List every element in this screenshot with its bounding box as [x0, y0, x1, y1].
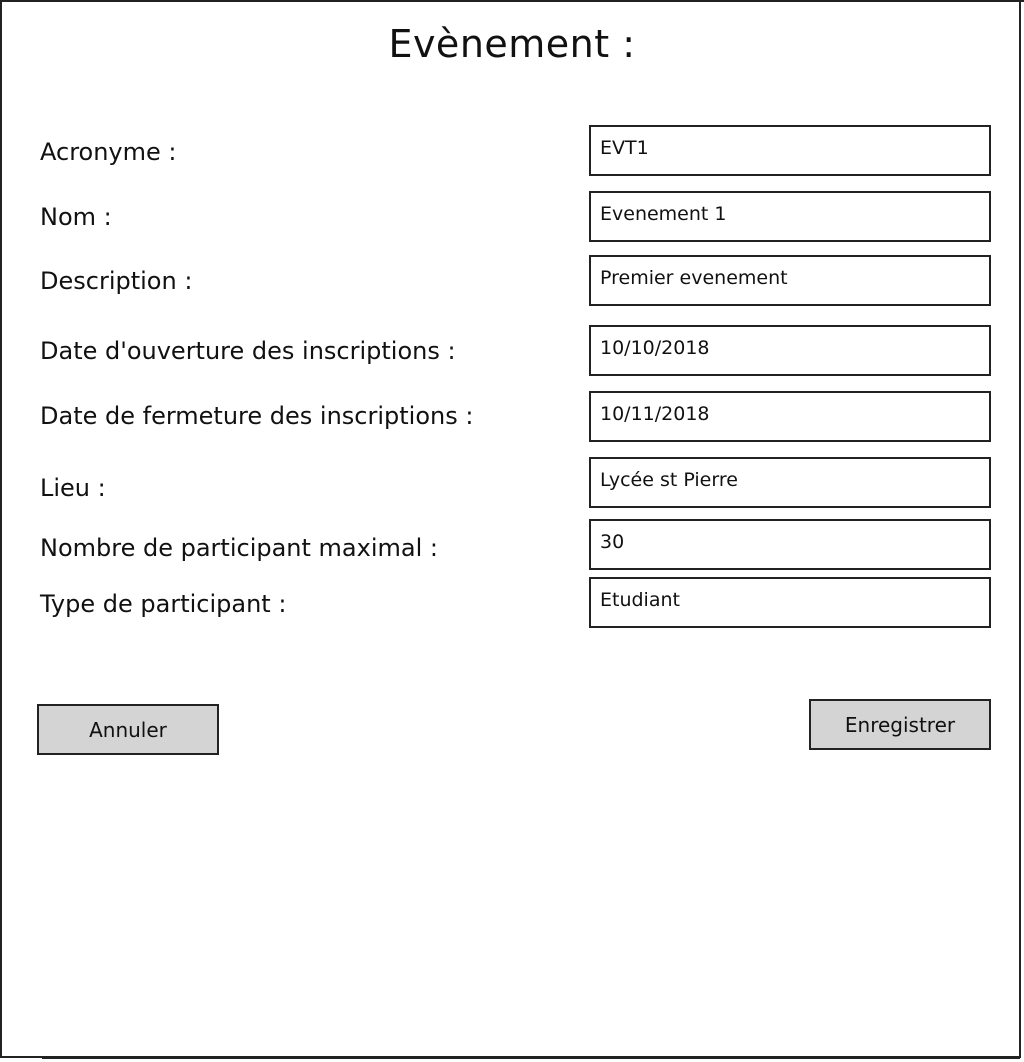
date-fermeture-value: 10/11/2018	[600, 403, 710, 425]
date-fermeture-field[interactable]: 10/11/2018	[589, 391, 991, 442]
type-participant-value: Etudiant	[600, 589, 680, 611]
cancel-button[interactable]: Annuler	[37, 704, 219, 755]
description-value: Premier evenement	[600, 267, 788, 289]
nombre-participant-value: 30	[600, 531, 625, 553]
date-ouverture-value: 10/10/2018	[600, 337, 710, 359]
save-button[interactable]: Enregistrer	[809, 699, 991, 750]
label-date-fermeture: Date de fermeture des inscriptions :	[40, 402, 474, 430]
label-nombre-participant: Nombre de participant maximal :	[40, 534, 438, 562]
nom-value: Evenement 1	[600, 203, 727, 225]
acronyme-field[interactable]: EVT1	[589, 125, 991, 176]
description-field[interactable]: Premier evenement	[589, 255, 991, 306]
label-description: Description :	[40, 267, 193, 295]
nom-field[interactable]: Evenement 1	[589, 191, 991, 242]
date-ouverture-field[interactable]: 10/10/2018	[589, 325, 991, 376]
page-title: Evènement :	[388, 22, 636, 66]
label-acronyme: Acronyme :	[40, 138, 177, 166]
label-date-ouverture: Date d'ouverture des inscriptions :	[40, 337, 456, 365]
nombre-participant-field[interactable]: 30	[589, 519, 991, 570]
acronyme-value: EVT1	[600, 137, 649, 159]
lieu-field[interactable]: Lycée st Pierre	[589, 457, 991, 508]
label-nom: Nom :	[40, 203, 112, 231]
label-type-participant: Type de participant :	[40, 590, 287, 618]
type-participant-field[interactable]: Etudiant	[589, 577, 991, 628]
bottom-border	[42, 1057, 1020, 1059]
lieu-value: Lycée st Pierre	[600, 469, 738, 491]
label-lieu: Lieu :	[40, 474, 106, 502]
